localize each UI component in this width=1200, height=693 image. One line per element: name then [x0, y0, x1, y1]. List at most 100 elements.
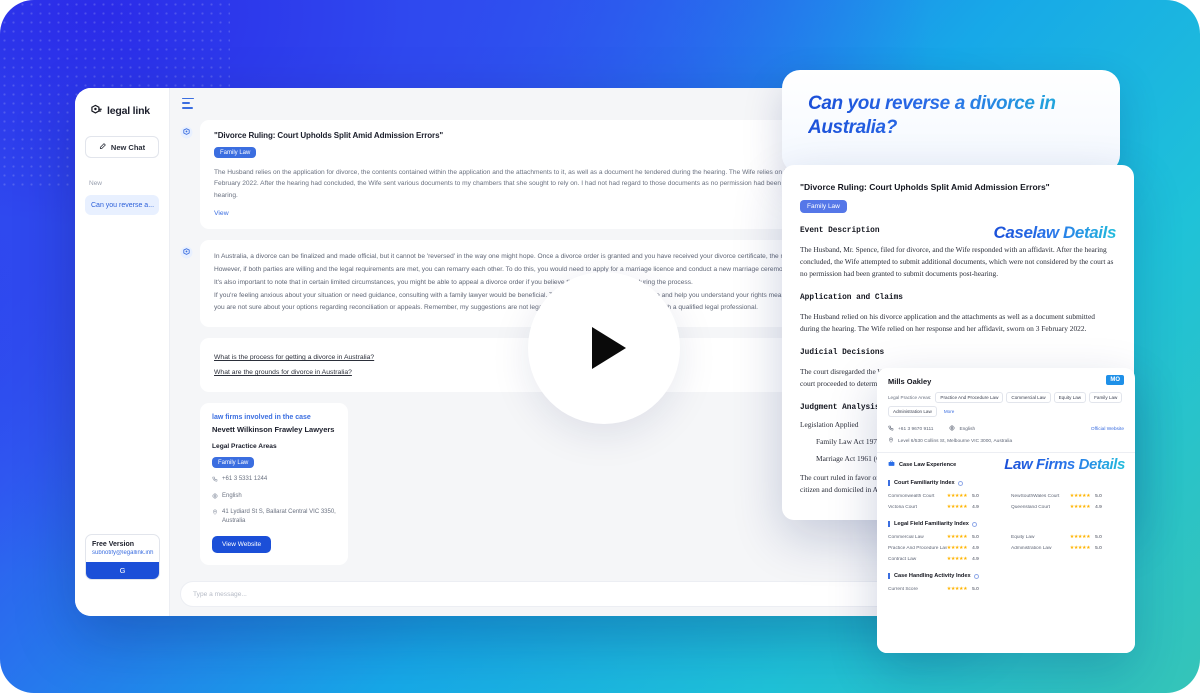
firm-panel-address-row: Level 6/530 Collins St, Melbourne VIC 30…: [888, 437, 1124, 445]
law-firms-watermark: Law Firms Details: [1004, 456, 1125, 473]
legal-link-bot-icon: [180, 246, 193, 259]
mills-oakley-logo-icon: MO: [1106, 375, 1124, 385]
law-firm-language-text: English: [222, 492, 242, 499]
practice-area-chip[interactable]: Family Law: [1089, 392, 1123, 403]
info-icon[interactable]: [957, 480, 963, 486]
star-rating-icon: ★★★★★: [1069, 493, 1091, 499]
star-rating-icon: ★★★★★: [1069, 504, 1091, 510]
index-row-name: Equity Law: [1011, 534, 1035, 540]
index-row: Commercial Law ★★★★★ 5.0: [888, 534, 1001, 540]
hamburger-menu-icon[interactable]: [182, 97, 194, 109]
index-row-name: Commonwealth Court: [888, 493, 935, 499]
law-firm-kicker: law firms involved in the case: [212, 414, 311, 422]
index-row-score: 5.0: [972, 534, 979, 540]
index-row-name: Practice And Procedure Law: [888, 545, 947, 551]
star-rating-icon: ★★★★★: [1069, 534, 1091, 540]
legal-field-familiarity-index-grid: Commercial Law ★★★★★ 5.0 Equity Law ★★★★…: [888, 534, 1124, 562]
court-familiarity-index-heading: Court Familiarity Index: [888, 480, 1124, 486]
index-row: Current Score ★★★★★ 5.0: [888, 586, 1001, 592]
practice-areas-more-link[interactable]: More: [940, 407, 958, 416]
index-row-score: 4.9: [972, 556, 979, 562]
message-input-placeholder: Type a message...: [193, 590, 247, 598]
case-handling-activity-index-heading: Case Handling Activity Index: [888, 573, 1124, 579]
play-video-button[interactable]: [528, 272, 680, 424]
info-icon[interactable]: [973, 573, 979, 579]
index-row-score: 4.9: [972, 504, 979, 510]
firm-panel-address: Level 6/530 Collins St, Melbourne VIC 30…: [898, 438, 1013, 444]
firm-panel-name: Mills Oakley: [888, 377, 932, 386]
info-icon[interactable]: [971, 521, 977, 527]
caselaw-title: "Divorce Ruling: Court Upholds Split Ami…: [800, 182, 1050, 192]
law-firm-tag: Family Law: [212, 457, 255, 469]
mills-oakley-logo-label: MO: [1110, 377, 1120, 383]
composer: Type a message...: [170, 572, 973, 616]
index-row: Equity Law ★★★★★ 5.0: [1011, 534, 1124, 540]
location-pin-icon: [888, 437, 894, 445]
free-version-button-label: G: [119, 566, 126, 575]
view-website-button[interactable]: View Website: [212, 535, 272, 553]
compose-icon: [99, 142, 107, 152]
legal-link-logo-icon: [89, 104, 103, 118]
law-firm-language: English: [212, 492, 336, 503]
panel-fade-overlay: [877, 627, 1135, 653]
divider: [877, 452, 1135, 453]
caselaw-section-heading: Application and Claims: [800, 293, 903, 302]
free-version-title: Free Version: [92, 541, 135, 548]
practice-area-chip[interactable]: Administration Law: [888, 406, 937, 417]
court-familiarity-index-label: Court Familiarity Index: [894, 480, 955, 486]
firm-panel-phone: +61 3 9670 9111: [898, 426, 934, 432]
star-rating-icon: ★★★★★: [946, 556, 968, 562]
globe-icon: [949, 425, 955, 433]
index-row-score: 5.0: [1095, 534, 1102, 540]
index-row: Administration Law ★★★★★ 5.0: [1011, 545, 1124, 551]
index-row: Contract Law ★★★★★ 4.9: [888, 556, 1001, 562]
index-row-name: Current Score: [888, 586, 918, 592]
official-website-link[interactable]: Official Website: [1091, 427, 1124, 432]
index-row-name: Administration Law: [1011, 545, 1052, 551]
practice-area-chip[interactable]: Commercial Law: [1006, 392, 1051, 403]
speech-bubble-text: Can you reverse a divorce in Australia?: [808, 92, 1094, 139]
star-rating-icon: ★★★★★: [1069, 545, 1091, 551]
firm-panel-contact-row: +61 3 9670 9111 English Official Website: [888, 425, 1124, 433]
index-row-score: 4.9: [972, 545, 979, 551]
free-version-action-button[interactable]: G: [86, 562, 159, 579]
index-row: Commonwealth Court ★★★★★ 5.0: [888, 493, 1001, 499]
case-handling-activity-index-label: Case Handling Activity Index: [894, 573, 971, 579]
index-row-score: 5.0: [972, 586, 979, 592]
star-rating-icon: ★★★★★: [946, 586, 968, 592]
index-row-name: Contract Law: [888, 556, 917, 562]
practice-area-chip[interactable]: Equity Law: [1053, 392, 1087, 403]
index-row-name: Victoria Court: [888, 504, 917, 510]
firm-panel-practice-areas: Legal Practice Areas: Practice And Proce…: [888, 392, 1124, 417]
sidebar-chat-item[interactable]: Can you reverse a...: [85, 195, 159, 215]
law-firm-address: 41 Lydiard St S, Ballarat Central VIC 33…: [212, 508, 336, 525]
phone-icon: [212, 476, 218, 486]
practice-areas-heading: Legal Practice Areas: [212, 443, 277, 451]
caselaw-section-body: The Husband relied on his divorce applic…: [800, 311, 1095, 333]
case-handling-activity-index-grid: Current Score ★★★★★ 5.0: [888, 586, 1124, 592]
index-row: Practice And Procedure Law ★★★★★ 4.9: [888, 545, 1001, 551]
message-input[interactable]: Type a message...: [180, 581, 951, 607]
law-firm-address-text: 41 Lydiard St S, Ballarat Central VIC 33…: [222, 509, 336, 524]
index-row: NewSouthWales Court ★★★★★ 5.0: [1011, 493, 1124, 499]
brand-name: legal link: [107, 105, 150, 117]
globe-icon: [212, 493, 218, 503]
star-rating-icon: ★★★★★: [946, 504, 968, 510]
play-triangle-icon: [592, 327, 626, 369]
sidebar-chat-item-label: Can you reverse a...: [91, 201, 155, 209]
law-firm-phone: +61 3 5331 1244: [212, 475, 336, 486]
law-firm-name: Nevett Wilkinson Frawley Lawyers: [212, 425, 335, 435]
brand: legal link: [85, 102, 159, 118]
legal-field-familiarity-index-label: Legal Field Familiarity Index: [894, 521, 969, 527]
law-firm-details-panel: MO Mills Oakley Legal Practice Areas: Pr…: [877, 368, 1135, 653]
case-tag: Family Law: [214, 147, 257, 158]
new-chat-button[interactable]: New Chat: [85, 136, 159, 158]
star-rating-icon: ★★★★★: [946, 534, 968, 540]
index-row-name: Queensland Court: [1011, 504, 1050, 510]
sidebar-section-label: New: [89, 180, 103, 187]
firm-panel-language: English: [959, 426, 976, 432]
speech-bubble: Can you reverse a divorce in Australia?: [782, 70, 1120, 186]
index-row-score: 5.0: [1095, 493, 1102, 499]
caselaw-section-heading: Judicial Decisions: [800, 348, 885, 357]
practice-area-chip[interactable]: Practice And Procedure Law: [935, 392, 1004, 403]
